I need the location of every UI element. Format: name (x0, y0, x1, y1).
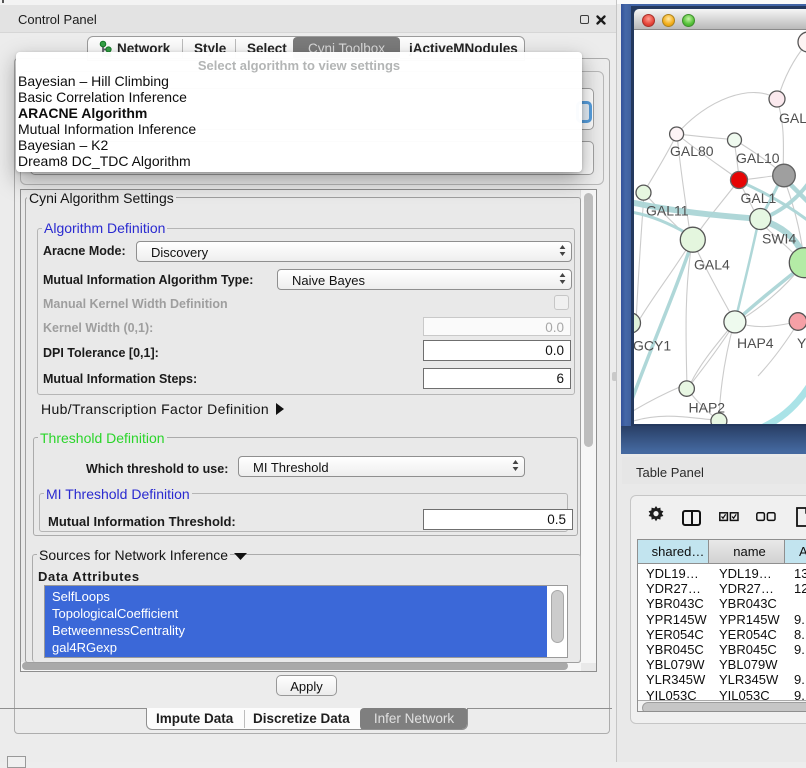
svg-text:GCY1: GCY1 (634, 338, 671, 354)
svg-text:HAP4: HAP4 (737, 335, 774, 351)
svg-text:GAL10: GAL10 (736, 150, 780, 166)
svg-text:HAP2: HAP2 (689, 400, 726, 416)
svg-text:GAL7: GAL7 (779, 110, 806, 126)
svg-text:GAL1: GAL1 (741, 190, 777, 206)
svg-text:GAL80: GAL80 (670, 143, 714, 159)
svg-text:GAL11: GAL11 (646, 203, 689, 219)
svg-text:Y: Y (797, 335, 806, 351)
svg-text:SWI4: SWI4 (762, 231, 796, 247)
svg-text:GAL4: GAL4 (694, 257, 730, 273)
